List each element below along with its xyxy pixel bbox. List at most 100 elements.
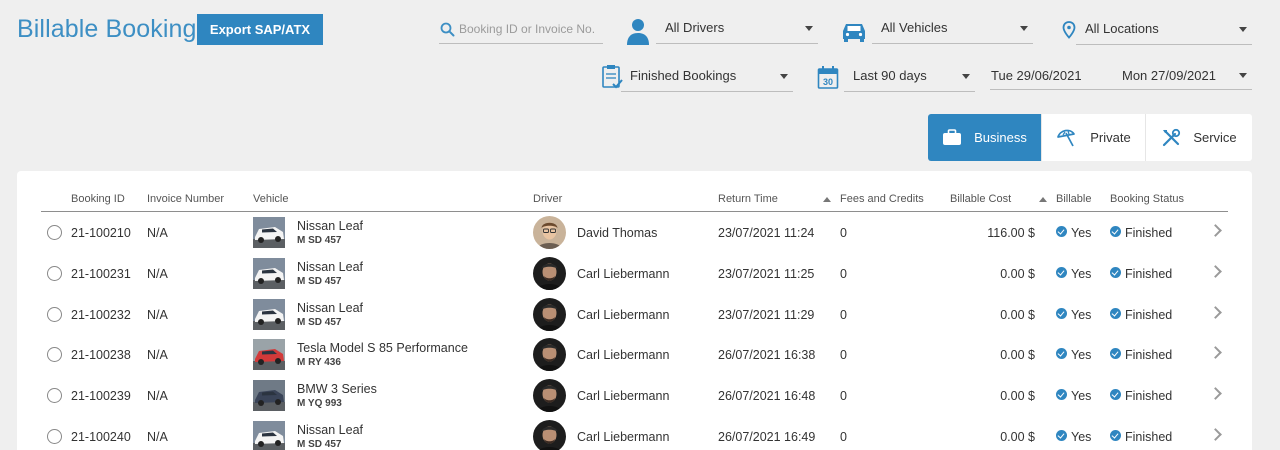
column-header-return-time[interactable]: Return Time (718, 193, 778, 205)
return-time: 26/07/2021 16:48 (718, 389, 816, 403)
tab-private[interactable]: Private (1042, 114, 1146, 161)
return-time: 26/07/2021 16:38 (718, 348, 816, 362)
column-header-invoice-number[interactable]: Invoice Number (147, 193, 224, 205)
fees-and-credits: 0 (840, 226, 847, 240)
booking-id: 21-100232 (71, 308, 131, 322)
period-filter[interactable]: 30 Last 90 days (817, 62, 975, 92)
billable-value: Yes (1071, 308, 1092, 322)
check-circle-icon (1056, 226, 1067, 237)
row-select-radio[interactable] (47, 388, 62, 403)
booking-status: Finished (1125, 267, 1173, 281)
invoice-number: N/A (147, 348, 168, 362)
chevron-right-icon[interactable] (1209, 306, 1222, 319)
billable-value: Yes (1071, 389, 1092, 403)
billable-cost: 0.00 $ (1000, 430, 1035, 444)
column-header-vehicle[interactable]: Vehicle (253, 193, 288, 205)
column-header-billable[interactable]: Billable (1056, 193, 1091, 205)
clipboard-check-icon (602, 65, 623, 89)
page-title: Billable Bookings (17, 15, 210, 43)
tab-service[interactable]: Service (1146, 114, 1252, 161)
sort-ascending-icon[interactable] (823, 197, 831, 202)
chevron-right-icon[interactable] (1209, 224, 1222, 237)
sort-ascending-icon[interactable] (1039, 197, 1047, 202)
vehicle-plate: M SD 457 (297, 235, 342, 246)
check-circle-icon (1110, 430, 1121, 441)
column-header-booking-status[interactable]: Booking Status (1110, 193, 1184, 205)
row-select-radio[interactable] (47, 429, 62, 444)
chevron-right-icon[interactable] (1209, 387, 1222, 400)
tab-business[interactable]: Business (928, 114, 1042, 161)
table-row[interactable]: 21-100232 N/A Nissan Leaf M SD 457 Carl … (41, 294, 1228, 334)
check-circle-icon (1056, 389, 1067, 400)
search-box[interactable] (439, 16, 603, 44)
driver-avatar (533, 379, 566, 412)
billable-value: Yes (1071, 267, 1092, 281)
chevron-down-icon (962, 74, 970, 79)
table-row[interactable]: 21-100231 N/A Nissan Leaf M SD 457 Carl … (41, 253, 1228, 293)
column-header-fees-and-credits[interactable]: Fees and Credits (840, 193, 924, 205)
table-row[interactable]: 21-100240 N/A Nissan Leaf M SD 457 Carl … (41, 416, 1228, 450)
billable-cost: 0.00 $ (1000, 267, 1035, 281)
export-sap-atx-button[interactable]: Export SAP/ATX (197, 14, 323, 45)
location-pin-icon (1062, 21, 1076, 39)
chevron-down-icon (805, 26, 813, 31)
chevron-down-icon (780, 74, 788, 79)
locations-select-value: All Locations (1085, 21, 1159, 36)
invoice-number: N/A (147, 226, 168, 240)
car-icon (843, 24, 865, 42)
tab-business-label: Business (974, 130, 1027, 145)
date-to-field[interactable]: Mon 27/09/2021 (1110, 62, 1252, 90)
vehicles-filter[interactable]: All Vehicles (841, 14, 1033, 44)
fees-and-credits: 0 (840, 308, 847, 322)
row-select-radio[interactable] (47, 266, 62, 281)
invoice-number: N/A (147, 308, 168, 322)
booking-status: Finished (1125, 430, 1173, 444)
booking-id: 21-100231 (71, 267, 131, 281)
table-row[interactable]: 21-100210 N/A Nissan Leaf M SD 457 David… (41, 212, 1228, 252)
chevron-right-icon[interactable] (1209, 428, 1222, 441)
booking-id: 21-100239 (71, 389, 131, 403)
booking-status-filter[interactable]: Finished Bookings (601, 62, 793, 92)
tools-icon (1163, 128, 1181, 146)
vehicle-plate: M SD 457 (297, 317, 342, 328)
table-row[interactable]: 21-100239 N/A BMW 3 Series M YQ 993 Carl… (41, 375, 1228, 415)
check-circle-icon (1110, 348, 1121, 359)
row-select-radio[interactable] (47, 307, 62, 322)
billable-cost: 0.00 $ (1000, 308, 1035, 322)
search-icon (440, 22, 455, 37)
column-header-booking-id[interactable]: Booking ID (71, 193, 125, 205)
table-row[interactable]: 21-100238 N/A Tesla Model S 85 Performan… (41, 334, 1228, 374)
locations-filter[interactable]: All Locations (1060, 15, 1252, 45)
drivers-select-value: All Drivers (665, 20, 725, 35)
vehicle-name: Nissan Leaf (297, 423, 364, 437)
chevron-down-icon (1020, 26, 1028, 31)
beach-umbrella-icon (1057, 129, 1076, 146)
check-circle-icon (1110, 267, 1121, 278)
check-circle-icon (1110, 226, 1121, 237)
vehicle-plate: M RY 436 (297, 357, 341, 368)
vehicles-select-value: All Vehicles (881, 20, 948, 35)
vehicle-thumbnail (253, 217, 285, 248)
date-from-field[interactable]: Tue 29/06/2021 (990, 62, 1110, 90)
vehicle-thumbnail (253, 339, 285, 370)
check-circle-icon (1056, 267, 1067, 278)
column-header-driver[interactable]: Driver (533, 193, 562, 205)
row-select-radio[interactable] (47, 225, 62, 240)
invoice-number: N/A (147, 267, 168, 281)
vehicle-plate: M SD 457 (297, 439, 342, 450)
check-circle-icon (1056, 430, 1067, 441)
column-header-billable-cost[interactable]: Billable Cost (950, 193, 1011, 205)
driver-name: Carl Liebermann (577, 389, 670, 403)
vehicle-thumbnail (253, 421, 285, 450)
drivers-filter[interactable]: All Drivers (626, 14, 818, 45)
vehicle-name: Nissan Leaf (297, 260, 364, 274)
vehicle-thumbnail (253, 299, 285, 330)
search-input[interactable] (459, 22, 601, 36)
booking-status: Finished (1125, 226, 1173, 240)
chevron-right-icon[interactable] (1209, 265, 1222, 278)
chevron-right-icon[interactable] (1209, 346, 1222, 359)
briefcase-icon (943, 129, 962, 145)
fees-and-credits: 0 (840, 389, 847, 403)
row-select-radio[interactable] (47, 347, 62, 362)
vehicle-name: Nissan Leaf (297, 301, 364, 315)
